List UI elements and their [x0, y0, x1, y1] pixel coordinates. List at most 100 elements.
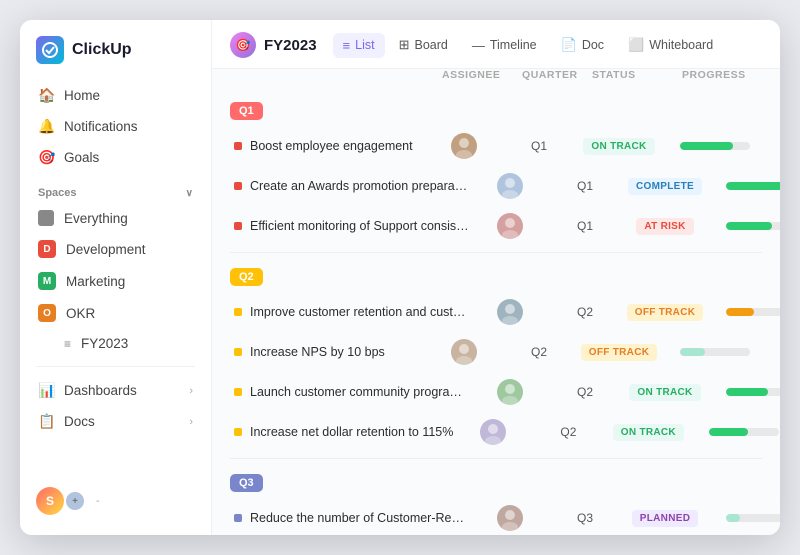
task-assignee: [453, 419, 533, 445]
tab-whiteboard[interactable]: ⬜ Whiteboard: [618, 32, 723, 58]
sidebar-item-marketing[interactable]: M Marketing: [28, 265, 203, 297]
status-badge: ON TRACK: [613, 424, 684, 441]
sidebar-item-development[interactable]: D Development: [28, 233, 203, 265]
task-status: PLANNED: [620, 510, 710, 527]
sidebar-item-home[interactable]: 🏠 Home: [28, 80, 203, 111]
col-quarter: QUARTER: [522, 69, 592, 81]
task-progress: [664, 142, 754, 150]
col-name: [240, 69, 442, 81]
sidebar: ClickUp 🏠 Home 🔔 Notifications 🎯 Goals S…: [20, 20, 212, 535]
fy2023-icon: 🎯: [230, 32, 256, 58]
table-header: ASSIGNEE QUARTER STATUS PROGRESS: [212, 69, 780, 87]
avatar: [451, 339, 477, 365]
sidebar-label-development: Development: [66, 242, 146, 257]
tab-list[interactable]: ≡ List: [333, 33, 385, 58]
table-row[interactable]: Launch customer community program with 1…: [230, 372, 762, 412]
task-assignee: [424, 133, 504, 159]
app-window: ClickUp 🏠 Home 🔔 Notifications 🎯 Goals S…: [20, 20, 780, 535]
sidebar-item-goals[interactable]: 🎯 Goals: [28, 142, 203, 173]
sidebar-label-dashboards: Dashboards: [64, 383, 137, 398]
sidebar-nav: 🏠 Home 🔔 Notifications 🎯 Goals: [20, 80, 211, 173]
task-name-cell: Efficient monitoring of Support consiste…: [230, 219, 470, 233]
sidebar-item-okr[interactable]: O OKR: [28, 297, 203, 329]
table-row[interactable]: Increase net dollar retention to 115% Q2 O…: [230, 412, 762, 452]
user-count: -: [96, 495, 100, 507]
divider1: [36, 366, 195, 367]
progress-bar-wrap: [726, 222, 780, 230]
bell-icon: 🔔: [38, 118, 54, 135]
sidebar-label-docs: Docs: [64, 414, 95, 429]
task-status: ON TRACK: [620, 384, 710, 401]
docs-icon: 📋: [38, 413, 54, 430]
task-text: Increase NPS by 10 bps: [250, 345, 385, 359]
progress-bar-fill: [726, 514, 740, 522]
progress-bar-wrap: [726, 514, 780, 522]
tab-timeline-label: Timeline: [490, 38, 537, 52]
user-avatar-s[interactable]: S: [36, 487, 64, 515]
task-dot: [234, 348, 242, 356]
progress-bar-fill: [709, 428, 748, 436]
quarter-section-q3: Q3 Reduce the number of Customer-Reported…: [230, 473, 762, 535]
task-name-cell: Create an Awards promotion preparation s…: [230, 179, 470, 193]
tab-list-label: List: [355, 38, 374, 52]
tab-timeline[interactable]: — Timeline: [462, 33, 547, 58]
status-badge: ON TRACK: [629, 384, 700, 401]
table-row[interactable]: Increase NPS by 10 bpsQ2OFF TRACK: [230, 332, 762, 372]
progress-bar-fill: [726, 222, 772, 230]
task-name-cell: Reduce the number of Customer-Reported b…: [230, 511, 470, 525]
task-progress: [710, 308, 780, 316]
spaces-label: Spaces: [38, 187, 77, 199]
table-row[interactable]: Boost employee engagementQ1ON TRACK: [230, 126, 762, 166]
task-assignee: [470, 299, 550, 325]
avatar: [497, 213, 523, 239]
tab-whiteboard-label: Whiteboard: [649, 38, 713, 52]
task-dot: [234, 308, 242, 316]
task-quarter: Q2: [550, 385, 620, 399]
list-icon: ≡: [64, 337, 71, 351]
task-dot: [234, 514, 242, 522]
progress-bar-fill: [680, 348, 705, 356]
progress-bar-fill: [680, 142, 733, 150]
task-quarter: Q2: [533, 425, 603, 439]
table-row[interactable]: Improve customer retention and customer …: [230, 292, 762, 332]
quarter-label-q1: Q1: [230, 102, 263, 120]
progress-bar-wrap: [680, 142, 750, 150]
spaces-chevron-icon[interactable]: ∨: [186, 188, 193, 199]
table-row[interactable]: Reduce the number of Customer-Reported b…: [230, 498, 762, 535]
progress-bar-fill: [726, 182, 780, 190]
task-quarter: Q3: [550, 511, 620, 525]
sidebar-item-notifications[interactable]: 🔔 Notifications: [28, 111, 203, 142]
task-quarter: Q1: [550, 219, 620, 233]
dashboards-chevron: ›: [189, 385, 193, 397]
sidebar-label-notifications: Notifications: [64, 119, 138, 134]
task-name-cell: Increase NPS by 10 bps: [230, 345, 424, 359]
sidebar-label-fy2023: FY2023: [81, 336, 128, 351]
col-progress: PROGRESS: [682, 69, 772, 81]
task-dot: [234, 142, 242, 150]
sidebar-item-everything[interactable]: Everything: [28, 203, 203, 233]
task-name-cell: Improve customer retention and customer …: [230, 305, 470, 319]
table-row[interactable]: Create an Awards promotion preparation s…: [230, 166, 762, 206]
table-row[interactable]: Efficient monitoring of Support consiste…: [230, 206, 762, 246]
sidebar-item-docs[interactable]: 📋 Docs ›: [28, 406, 203, 437]
task-name-cell: Increase net dollar retention to 115%: [230, 425, 453, 439]
status-badge: OFF TRACK: [581, 344, 657, 361]
task-status: ON TRACK: [574, 138, 664, 155]
tab-board[interactable]: ⊞ Board: [389, 32, 458, 58]
development-icon: D: [38, 240, 56, 258]
task-progress: [710, 514, 780, 522]
progress-bar-wrap: [726, 308, 780, 316]
tab-board-label: Board: [415, 38, 448, 52]
content-area: Q1 Boost employee engagementQ1ON TRACK Cre…: [212, 87, 780, 535]
task-dot: [234, 388, 242, 396]
sidebar-item-fy2023[interactable]: ≡ FY2023: [28, 329, 203, 358]
whiteboard-tab-icon: ⬜: [628, 37, 644, 53]
task-progress: [710, 222, 780, 230]
sidebar-item-dashboards[interactable]: 📊 Dashboards ›: [28, 375, 203, 406]
task-progress: [710, 388, 780, 396]
tab-doc-label: Doc: [582, 38, 604, 52]
tab-doc[interactable]: 📄 Doc: [551, 32, 614, 58]
spaces-nav: Everything D Development M Marketing O O…: [20, 203, 211, 358]
task-assignee: [424, 339, 504, 365]
dashboards-icon: 📊: [38, 382, 54, 399]
